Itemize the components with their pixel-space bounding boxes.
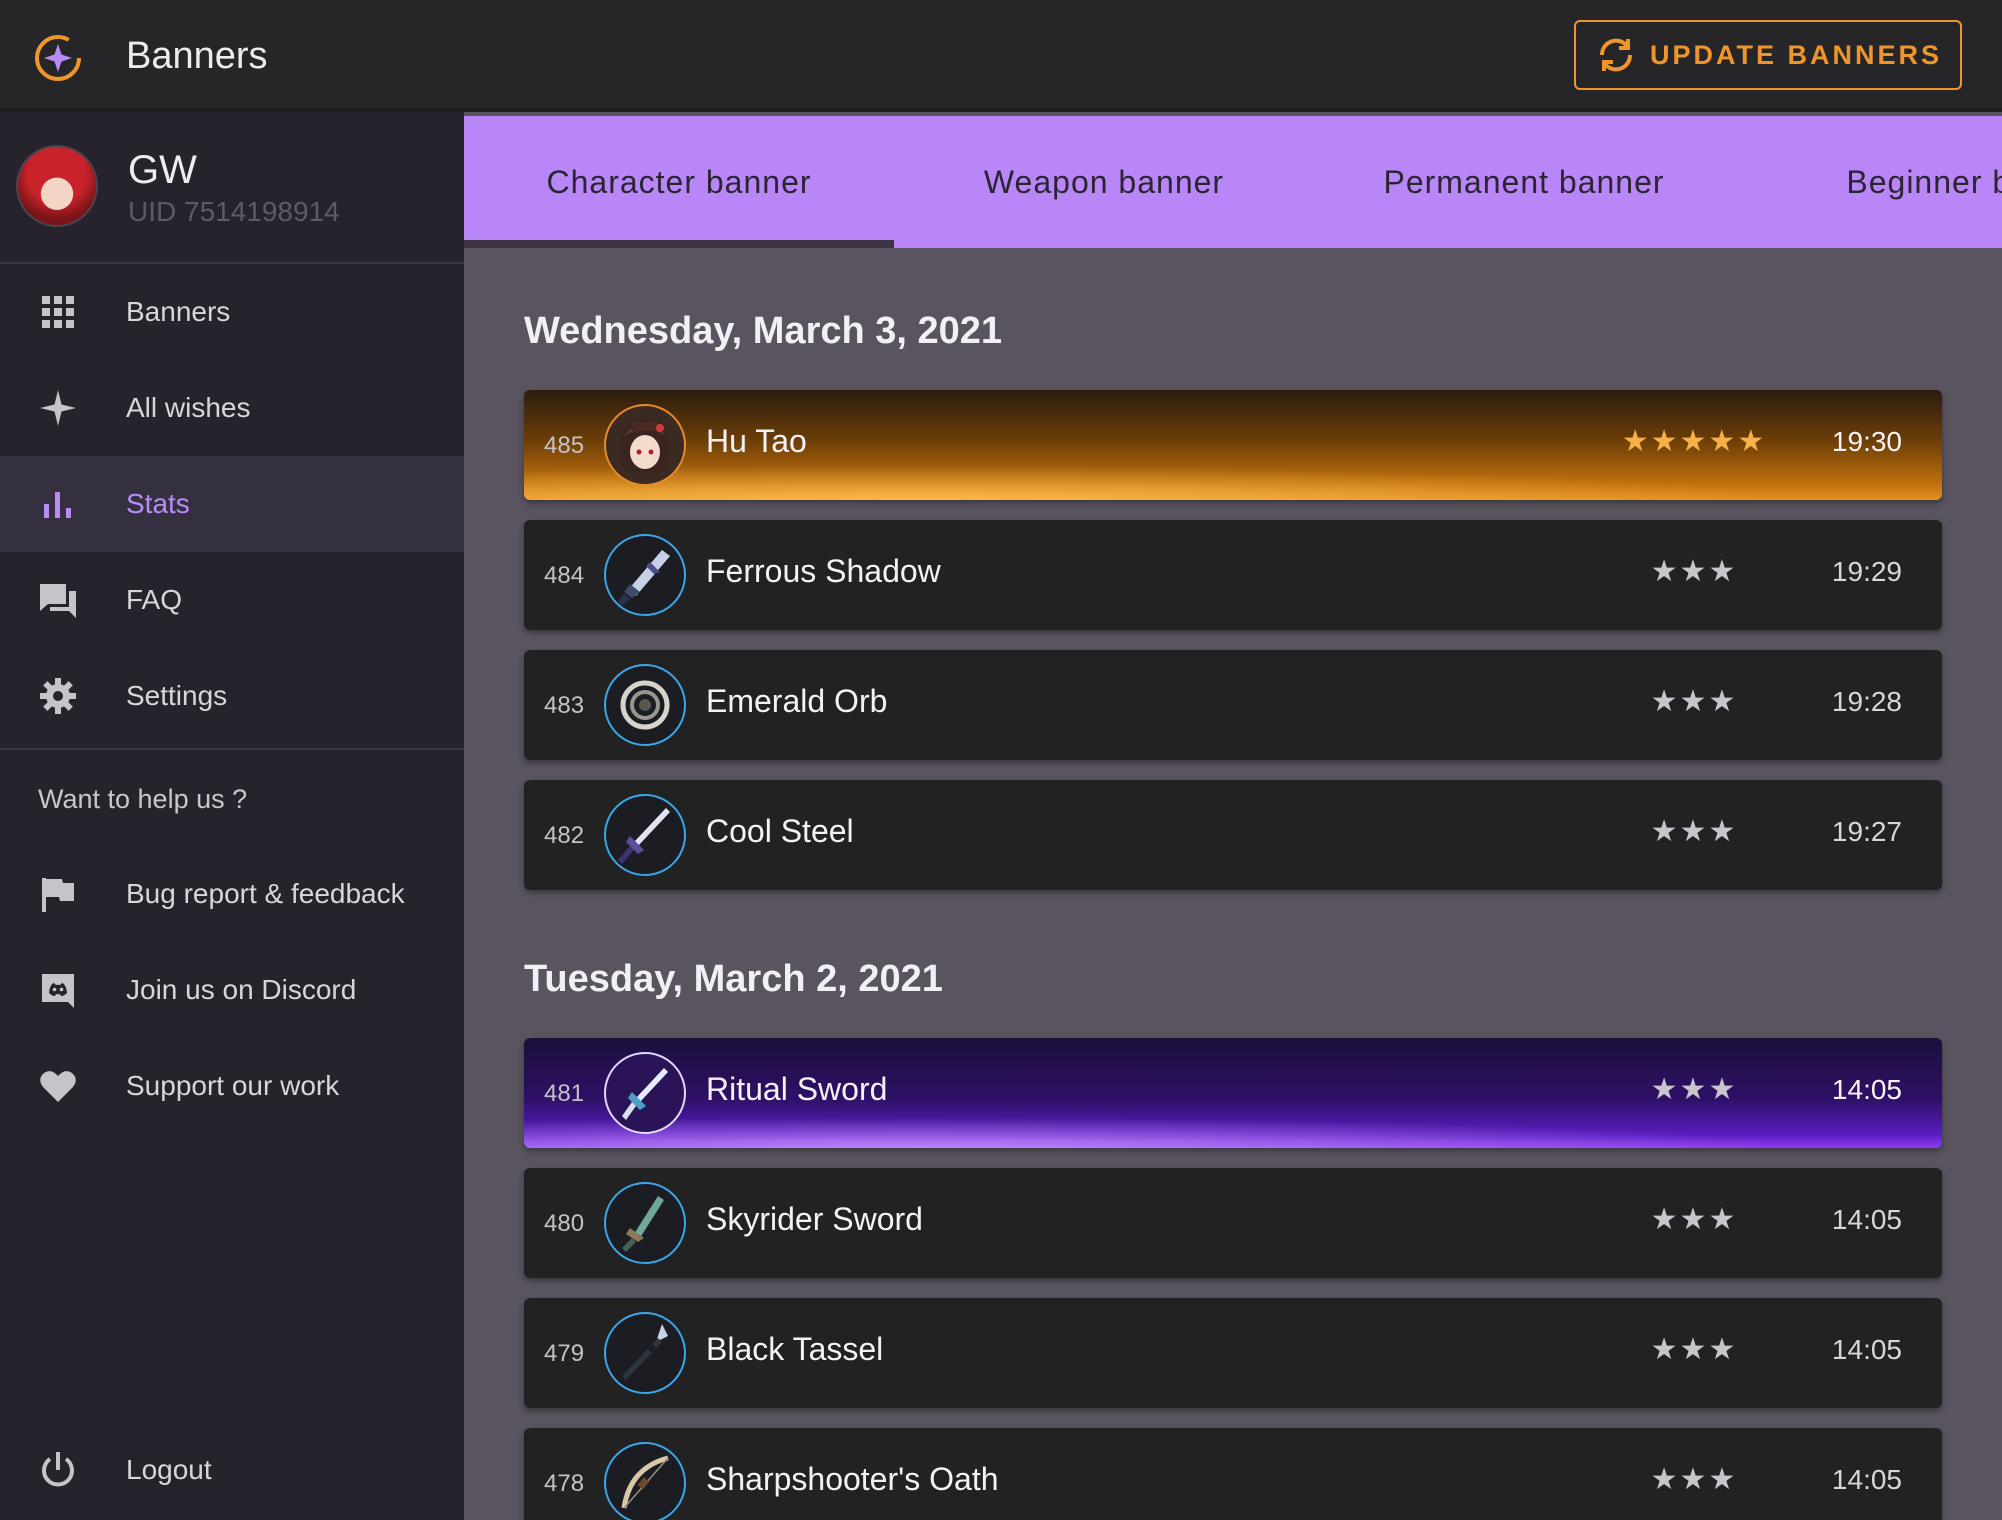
rarity-stars: ★★★ (1650, 1333, 1738, 1366)
sword-icon (604, 1052, 686, 1134)
rarity-stars: ★★★★★ (1621, 425, 1767, 458)
app-bar: Banners UPDATE BANNERS (0, 0, 2002, 112)
sword-icon (604, 1182, 686, 1264)
tab-beginner-banner[interactable]: Beginner bar (1734, 116, 2002, 248)
help-section-title: Want to help us ? (38, 784, 248, 814)
rarity-stars: ★★★ (1650, 555, 1738, 588)
date-header: Wednesday, March 3, 2021 (524, 310, 1003, 352)
sidebar-item-logout[interactable]: Logout (0, 1422, 464, 1518)
claymore-icon (604, 534, 686, 616)
bow-icon (604, 1442, 686, 1520)
wish-number: 478 (544, 1470, 585, 1497)
wish-time: 19:30 (1831, 426, 1902, 457)
wish-item-name: Ritual Sword (706, 1071, 888, 1107)
rarity-stars: ★★★ (1650, 815, 1738, 848)
wish-item-name: Skyrider Sword (706, 1201, 923, 1237)
wish-time: 19:29 (1831, 556, 1902, 587)
sidebar-item-label: Join us on Discord (126, 974, 357, 1005)
wish-number: 484 (544, 562, 585, 589)
tab-weapon-banner[interactable]: Weapon banner (894, 116, 1314, 248)
sidebar-item-all-wishes[interactable]: All wishes (0, 360, 464, 456)
wish-time: 14:05 (1831, 1334, 1902, 1365)
wish-item-name: Sharpshooter's Oath (706, 1461, 999, 1497)
sidebar-item-label: Support our work (126, 1070, 340, 1101)
sidebar-item-bug-report[interactable]: Bug report & feedback (0, 846, 464, 942)
app-logo-icon (35, 35, 81, 81)
wish-time: 14:05 (1831, 1464, 1902, 1495)
wish-row[interactable]: 480 Skyrider Sword ★★★ 14:05 (524, 1168, 1942, 1278)
wish-row[interactable]: 484 Ferrous Shadow ★★★ 19:29 (524, 520, 1942, 630)
profile-card[interactable]: GW UID 7514198914 (0, 112, 464, 264)
rarity-stars: ★★★ (1650, 1463, 1738, 1496)
sidebar-item-label: Stats (126, 488, 190, 519)
active-tab-indicator (464, 240, 894, 248)
profile-name: GW (128, 148, 197, 192)
grid-icon (38, 292, 78, 332)
wish-number: 481 (544, 1080, 585, 1107)
wish-time: 19:28 (1831, 686, 1902, 717)
rarity-stars: ★★★ (1650, 1203, 1738, 1236)
wish-row[interactable]: 483 Emerald Orb ★★★ 19:28 (524, 650, 1942, 760)
wish-number: 483 (544, 692, 585, 719)
discord-icon (38, 970, 78, 1010)
update-banners-button[interactable]: UPDATE BANNERS (1574, 20, 1962, 90)
avatar (16, 145, 98, 227)
sidebar-item-support[interactable]: Support our work (0, 1038, 464, 1134)
wish-row[interactable]: 478 Sharpshooter's Oath ★★★ 14:05 (524, 1428, 1942, 1520)
gear-icon (38, 676, 78, 716)
sparkle-icon (38, 388, 78, 428)
wish-row[interactable]: 481 Ritual Sword ★★★ 14:05 (524, 1038, 1942, 1148)
update-banners-label: UPDATE BANNERS (1649, 39, 1942, 70)
wish-item-name: Black Tassel (706, 1331, 884, 1367)
wish-item-name: Cool Steel (706, 813, 854, 849)
sidebar-item-banners[interactable]: Banners (0, 264, 464, 360)
sidebar-item-settings[interactable]: Settings (0, 648, 464, 744)
tab-character-banner[interactable]: Character banner (464, 116, 894, 248)
sidebar: GW UID 7514198914 Banners All wishes Sta… (0, 112, 464, 1520)
banner-tabs: Character banner Weapon banner Permanent… (464, 116, 2002, 248)
sidebar-item-label: All wishes (126, 392, 251, 423)
tab-permanent-banner[interactable]: Permanent banner (1314, 116, 1734, 248)
catalyst-icon (604, 664, 686, 746)
wish-time: 14:05 (1831, 1204, 1902, 1235)
heart-icon (38, 1066, 78, 1106)
date-header: Tuesday, March 2, 2021 (524, 958, 943, 1000)
sidebar-divider (0, 748, 464, 750)
sidebar-item-stats[interactable]: Stats (0, 456, 464, 552)
sidebar-item-discord[interactable]: Join us on Discord (0, 942, 464, 1038)
polearm-icon (604, 1312, 686, 1394)
rarity-stars: ★★★ (1650, 1073, 1738, 1106)
sidebar-item-label: Banners (126, 296, 231, 327)
wish-row[interactable]: 479 Black Tassel ★★★ 14:05 (524, 1298, 1942, 1408)
wish-row[interactable]: 482 Cool Steel ★★★ 19:27 (524, 780, 1942, 890)
character-portrait (604, 404, 686, 486)
page-title: Banners (126, 35, 268, 77)
bar-chart-icon (38, 484, 78, 524)
rarity-stars: ★★★ (1650, 685, 1738, 718)
sidebar-item-label: Logout (126, 1454, 212, 1485)
sidebar-item-label: FAQ (126, 584, 183, 615)
flag-icon (38, 874, 78, 914)
wish-time: 19:27 (1831, 816, 1902, 847)
wish-number: 479 (544, 1340, 585, 1367)
sidebar-item-label: Settings (126, 680, 228, 711)
wish-time: 14:05 (1831, 1074, 1902, 1105)
wish-row[interactable]: 485 Hu Tao ★★★★★ 19:30 (524, 390, 1942, 500)
refresh-icon (1599, 38, 1632, 72)
profile-uid: UID 7514198914 (128, 196, 340, 227)
wish-number: 480 (544, 1210, 585, 1237)
wish-item-name: Hu Tao (706, 423, 807, 459)
sidebar-item-faq[interactable]: FAQ (0, 552, 464, 648)
wish-item-name: Ferrous Shadow (706, 553, 941, 589)
sword-icon (604, 794, 686, 876)
wish-number: 485 (544, 432, 585, 459)
wish-history-list: Wednesday, March 3, 2021 485 Hu Tao ★★★★… (464, 248, 2002, 1520)
sidebar-item-label: Bug report & feedback (126, 878, 405, 909)
power-icon (38, 1450, 78, 1490)
wish-number: 482 (544, 822, 585, 849)
chat-icon (38, 580, 78, 620)
wish-item-name: Emerald Orb (706, 683, 888, 719)
